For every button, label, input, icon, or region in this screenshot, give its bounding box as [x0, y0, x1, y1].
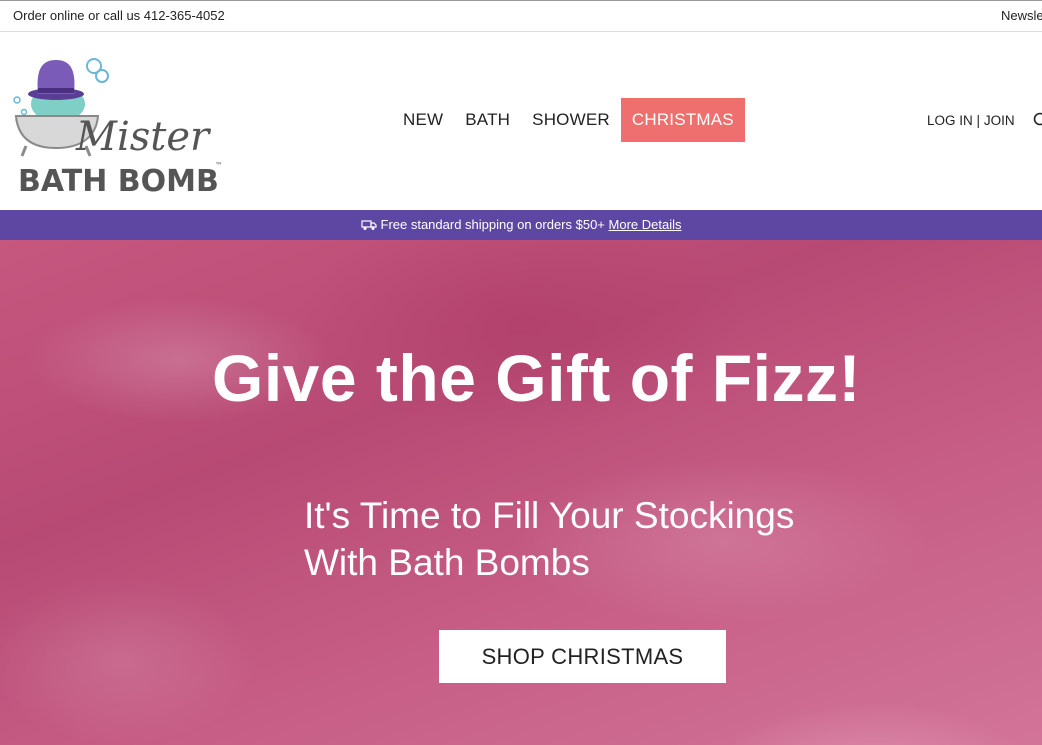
logo-brand-text: BATH BOMB	[18, 164, 219, 194]
hero-subtitle-line2: With Bath Bombs	[304, 542, 590, 583]
search-icon[interactable]	[1033, 112, 1042, 128]
truck-icon	[360, 220, 377, 230]
main-nav: NEW BATH SHOWER CHRISTMAS	[392, 98, 745, 142]
site-header: Mister BATH BOMB ™ NEW BATH SHOWER CHRIS…	[0, 32, 1042, 210]
nav-item-new[interactable]: NEW	[392, 98, 454, 142]
logo-trademark: ™	[215, 161, 223, 170]
order-phone-text: Order online or call us 412-365-4052	[13, 8, 225, 23]
join-link[interactable]: JOIN	[984, 113, 1015, 128]
account-separator: |	[976, 113, 981, 128]
newsletter-link[interactable]: Newsle	[1001, 8, 1042, 23]
brand-logo[interactable]: Mister BATH BOMB ™	[10, 54, 230, 194]
shipping-text: Free standard shipping on orders $50+	[380, 217, 605, 232]
shop-christmas-button[interactable]: SHOP CHRISTMAS	[439, 630, 726, 683]
hero-subtitle-line1: It's Time to Fill Your Stockings	[304, 495, 795, 536]
account-links: LOG IN | JOIN	[927, 113, 1015, 128]
hero-subtitle: It's Time to Fill Your Stockings With Ba…	[304, 492, 924, 586]
more-details-link[interactable]: More Details	[609, 217, 682, 232]
nav-item-bath[interactable]: BATH	[454, 98, 521, 142]
nav-item-christmas[interactable]: CHRISTMAS	[620, 98, 745, 142]
hero-title: Give the Gift of Fizz!	[212, 341, 861, 415]
shipping-banner: Free standard shipping on orders $50+ Mo…	[0, 210, 1042, 240]
logo-script-text: Mister	[75, 114, 212, 160]
hero-banner: Give the Gift of Fizz! It's Time to Fill…	[0, 240, 1042, 745]
nav-item-shower[interactable]: SHOWER	[521, 98, 621, 142]
top-bar: Order online or call us 412-365-4052 New…	[0, 0, 1042, 32]
login-link[interactable]: LOG IN	[927, 113, 973, 128]
